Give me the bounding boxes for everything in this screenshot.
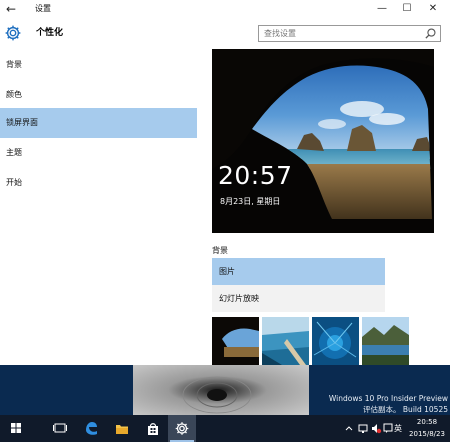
build-watermark: Windows 10 Pro Insider Preview 评估副本。 Bui… <box>248 393 448 415</box>
store-icon <box>148 423 158 435</box>
background-label: 背景 <box>212 246 228 255</box>
task-view-button[interactable] <box>46 415 74 442</box>
gear-icon <box>5 25 21 41</box>
watermark-line-1: Windows 10 Pro Insider Preview <box>328 394 448 403</box>
title-bar: ← 设置 — ☐ ✕ <box>0 0 450 18</box>
thumbnail-2[interactable] <box>262 317 309 365</box>
search-input[interactable] <box>259 26 423 41</box>
taskbar-clock[interactable]: 20:58 2015/8/23 <box>405 416 449 440</box>
sidebar-item-themes[interactable]: 主题 <box>0 138 197 168</box>
sidebar-item-lock-screen[interactable]: 锁屏界面 <box>0 108 197 138</box>
page-title: 个性化 <box>36 28 64 38</box>
close-button[interactable]: ✕ <box>421 0 445 18</box>
thumbnail-1[interactable] <box>212 317 259 365</box>
search-box[interactable] <box>258 25 441 42</box>
store-button[interactable] <box>139 415 167 442</box>
lock-screen-preview: 20:57 8月23日, 星期日 <box>212 49 434 233</box>
chevron-up-icon[interactable] <box>344 415 354 442</box>
network-icon[interactable] <box>357 415 369 442</box>
back-arrow-icon[interactable]: ← <box>6 0 20 18</box>
background-option-picture[interactable]: 图片 <box>212 258 385 285</box>
minimize-button[interactable]: — <box>370 0 394 18</box>
settings-taskbar-button[interactable] <box>168 415 196 442</box>
edge-icon <box>86 422 97 435</box>
windows-logo-icon <box>11 423 21 433</box>
edge-button[interactable] <box>77 415 105 442</box>
watermark-line-2: 评估副本。 Build 10525 <box>363 405 448 414</box>
file-explorer-button[interactable] <box>108 415 136 442</box>
maximize-button[interactable]: ☐ <box>395 0 419 18</box>
taskbar: 英 20:58 2015/8/23 <box>0 415 450 442</box>
desktop-area: Windows 10 Pro Insider Preview 评估副本。 Bui… <box>0 365 450 415</box>
start-button[interactable] <box>2 415 30 442</box>
settings-gear-icon <box>175 422 189 435</box>
action-center-icon[interactable] <box>382 415 394 442</box>
taskbar-date: 2015/8/23 <box>409 430 445 438</box>
volume-muted-icon[interactable] <box>370 415 382 442</box>
ime-indicator[interactable]: 英 <box>394 415 402 442</box>
sidebar-item-background[interactable]: 背景 <box>0 50 197 80</box>
background-option-slideshow[interactable]: 幻灯片放映 <box>212 285 385 312</box>
window-title: 设置 <box>35 4 51 13</box>
taskbar-time: 20:58 <box>416 418 438 426</box>
thumbnail-4[interactable] <box>362 317 409 365</box>
search-icon[interactable] <box>424 27 437 40</box>
lock-date: 8月23日, 星期日 <box>220 197 281 206</box>
background-dropdown[interactable]: 图片 幻灯片放映 <box>212 258 385 312</box>
sidebar-item-colors[interactable]: 颜色 <box>0 80 197 110</box>
folder-icon <box>116 425 128 434</box>
thumbnail-3[interactable] <box>312 317 359 365</box>
lock-clock: 20:57 <box>218 161 293 190</box>
task-view-icon <box>53 423 67 433</box>
sidebar-item-start[interactable]: 开始 <box>0 168 197 198</box>
picture-thumbnails <box>212 317 412 365</box>
